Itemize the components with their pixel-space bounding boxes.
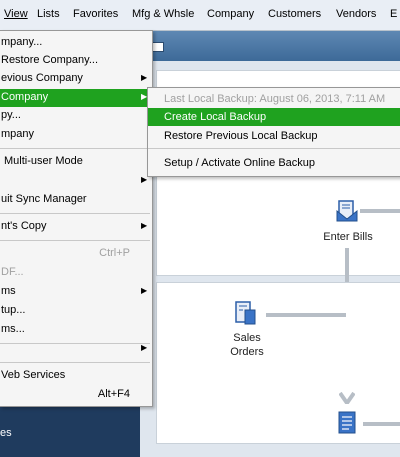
menu-bar: View Lists Favorites Mfg & Whsle Company…	[0, 0, 400, 31]
shortcut-ctrl-p: Ctrl+P	[99, 247, 130, 259]
menu-view[interactable]: View	[4, 8, 28, 20]
menu-separator	[0, 213, 150, 214]
submenu-arrow-icon: ▶	[141, 73, 148, 82]
flow-arrowhead-down	[339, 392, 355, 404]
menu-separator	[0, 362, 150, 363]
menu-customers[interactable]: Customers	[268, 8, 321, 20]
left-icon-bar	[0, 400, 140, 457]
menu-item-label: ms	[1, 285, 16, 297]
flow-arrow-sales-orders	[266, 313, 346, 317]
menu-item-label: Multi-user Mode	[4, 155, 83, 167]
sales-orders-label-line2[interactable]: Orders	[220, 346, 274, 358]
invoice-icon[interactable]	[337, 411, 357, 435]
flow-arrow-invoice-right	[363, 422, 400, 426]
submenu-item-last-local-backup: Last Local Backup: August 06, 2013, 7:11…	[148, 90, 400, 108]
left-panel-label: es	[0, 427, 12, 439]
menu-item-label: uit Sync Manager	[1, 193, 87, 205]
menu-item-open-previous-company[interactable]: evious Company ▶	[0, 70, 152, 88]
menu-item-accountants-copy[interactable]: nt's Copy ▶	[0, 218, 152, 236]
menu-mfg-whsle[interactable]: Mfg & Whsle	[132, 8, 194, 20]
customers-flow-panel	[156, 282, 400, 444]
submenu-item-restore-previous-local-backup[interactable]: Restore Previous Local Backup	[148, 127, 400, 145]
menu-item-open-restore-company[interactable]: Restore Company...	[0, 52, 152, 70]
flow-arrow-enter-bills-right	[360, 209, 400, 213]
menu-item-label: DF...	[1, 266, 24, 278]
submenu-item-label: Setup / Activate Online Backup	[164, 157, 316, 169]
menu-item-label: Restore Company...	[1, 54, 99, 66]
submenu-separator	[148, 148, 400, 149]
menu-item-label: evious Company	[1, 72, 83, 84]
menu-lists[interactable]: Lists	[37, 8, 60, 20]
menu-item-backup-company[interactable]: Company ▶	[0, 89, 152, 107]
menu-company[interactable]: Company	[207, 8, 254, 20]
submenu-item-setup-online-backup[interactable]: Setup / Activate Online Backup	[148, 154, 400, 172]
menu-item-intuit-sync-manager[interactable]: uit Sync Manager	[0, 191, 152, 209]
menu-item-print[interactable]: Ctrl+P	[0, 245, 152, 263]
menu-favorites[interactable]: Favorites	[73, 8, 118, 20]
window-restore-icon[interactable]	[152, 42, 164, 52]
menu-item-printer-setup[interactable]: tup...	[0, 302, 152, 320]
sales-orders-icon[interactable]	[234, 300, 258, 326]
submenu-item-create-local-backup[interactable]: Create Local Backup	[148, 108, 400, 126]
menu-item-label: mpany...	[1, 36, 43, 48]
menu-item-exit[interactable]: Alt+F4	[0, 386, 152, 404]
submenu-arrow-icon: ▶	[141, 343, 148, 352]
submenu-item-label: Create Local Backup	[164, 111, 267, 123]
menu-item-label: py...	[1, 109, 21, 121]
menu-item-save-as-pdf[interactable]: DF...	[0, 264, 152, 282]
menu-separator	[0, 148, 150, 149]
menu-item-create-copy[interactable]: py...	[0, 107, 152, 125]
enter-bills-label[interactable]: Enter Bills	[316, 231, 380, 243]
menu-vendors[interactable]: Vendors	[336, 8, 376, 20]
submenu-item-label: Last Local Backup: August 06, 2013, 7:11…	[164, 93, 386, 105]
menu-item-print-forms[interactable]: ms ▶	[0, 283, 152, 301]
menu-item-label: Veb Services	[1, 369, 66, 381]
menu-separator	[0, 240, 150, 241]
menu-item-shipping[interactable]: ▶	[0, 340, 152, 358]
menu-item-label: mpany	[1, 128, 35, 140]
menu-view-label: View	[4, 8, 28, 20]
submenu-arrow-icon: ▶	[141, 286, 148, 295]
menu-item-label: tup...	[1, 304, 26, 316]
menu-item-update-web-services[interactable]: Veb Services	[0, 367, 152, 385]
submenu-item-label: Restore Previous Local Backup	[164, 130, 318, 142]
menu-item-close-company[interactable]: mpany	[0, 126, 152, 144]
file-menu-dropdown: mpany... Restore Company... evious Compa…	[0, 30, 153, 407]
menu-item-label: nt's Copy	[1, 220, 47, 232]
shortcut-alt-f4: Alt+F4	[97, 388, 130, 400]
menu-item-open-company[interactable]: mpany...	[0, 34, 152, 52]
menu-item-label: Company	[1, 91, 49, 103]
backup-submenu: Last Local Backup: August 06, 2013, 7:11…	[147, 87, 400, 177]
menu-item-send-forms[interactable]: ms...	[0, 321, 152, 339]
enter-bills-icon[interactable]	[335, 199, 359, 223]
menu-item-label: ms...	[1, 323, 25, 335]
menu-item-switch-multi-user-mode[interactable]: Multi-user Mode	[0, 153, 152, 171]
submenu-arrow-icon: ▶	[141, 221, 148, 230]
menu-employees-truncated[interactable]: E	[390, 8, 397, 20]
menu-item-utilities[interactable]: ▶	[0, 172, 152, 190]
sales-orders-label-line1[interactable]: Sales	[220, 332, 274, 344]
